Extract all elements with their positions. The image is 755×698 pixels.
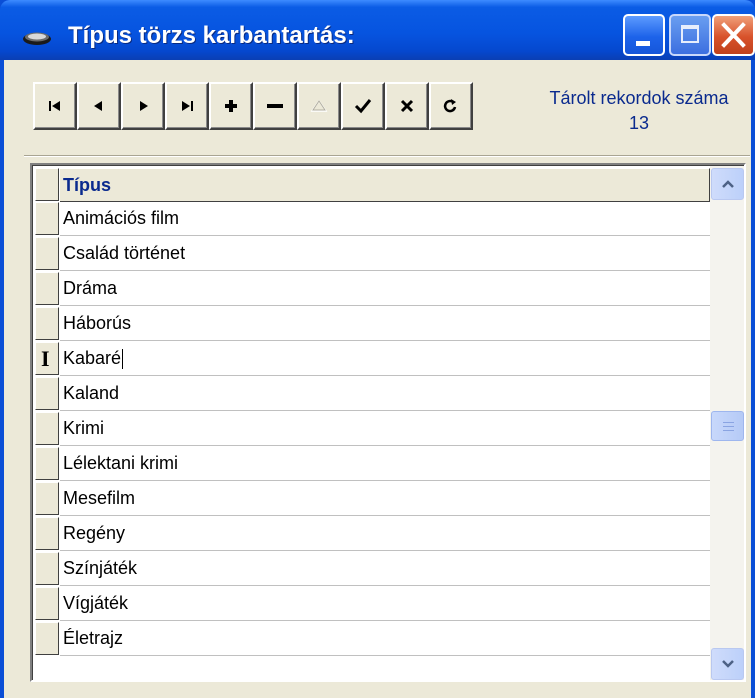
cell-text: Életrajz [63, 628, 124, 648]
table-row[interactable]: Háborús [35, 307, 710, 341]
triangle-up-icon [310, 99, 328, 112]
prior-record-button[interactable] [77, 82, 121, 130]
post-record-button[interactable] [341, 82, 385, 130]
text-caret [122, 349, 124, 370]
edit-record-button[interactable] [297, 82, 341, 130]
cell-text: Mesefilm [63, 488, 136, 508]
row-indicator[interactable] [35, 412, 59, 445]
grid-header-row: Típus [35, 168, 710, 202]
next-record-icon [140, 101, 148, 111]
cell-text: Család történet [63, 243, 186, 263]
row-indicator[interactable] [35, 447, 59, 480]
minimize-button[interactable] [623, 14, 665, 56]
column-header-tipus[interactable]: Típus [60, 168, 710, 202]
cell-text: Animációs film [63, 208, 180, 228]
refresh-icon [443, 99, 457, 113]
row-indicator[interactable] [35, 587, 59, 620]
cell-text: Háborús [63, 313, 132, 333]
cell-text: Krimi [63, 418, 104, 438]
table-row[interactable]: Színjáték [35, 552, 710, 586]
table-row[interactable]: Kaland [35, 377, 710, 411]
cell-tipus[interactable]: Család történet [60, 237, 710, 271]
table-row[interactable]: Mesefilm [35, 482, 710, 516]
scroll-down-button[interactable] [711, 648, 744, 680]
maximize-icon [681, 25, 699, 43]
edit-cursor-icon: I [41, 346, 50, 371]
minus-icon [267, 104, 283, 108]
row-indicator[interactable] [35, 517, 59, 550]
title-bar[interactable]: Típus törzs karbantartás: [0, 0, 755, 60]
header-indicator [35, 168, 59, 201]
close-icon [721, 22, 746, 48]
cell-tipus[interactable]: Mesefilm [60, 482, 710, 516]
scroll-up-button[interactable] [711, 168, 744, 200]
first-record-icon [49, 101, 60, 111]
cancel-edit-button[interactable] [385, 82, 429, 130]
cell-tipus[interactable]: Krimi [60, 412, 710, 446]
scroll-thumb[interactable] [711, 411, 744, 441]
refresh-button[interactable] [429, 82, 473, 130]
table-row[interactable]: Krimi [35, 412, 710, 446]
cell-text: Vígjáték [63, 593, 129, 613]
table-row[interactable]: Animációs film [35, 202, 710, 236]
chevron-down-icon [721, 660, 734, 668]
cell-tipus[interactable]: Kaland [60, 377, 710, 411]
book-icon [23, 32, 51, 45]
chevron-up-icon [721, 180, 734, 188]
first-record-button[interactable] [33, 82, 77, 130]
separator [24, 155, 750, 157]
delete-record-button[interactable] [253, 82, 297, 130]
cell-text: Dráma [63, 278, 118, 298]
insert-record-button[interactable] [209, 82, 253, 130]
table-row[interactable]: Regény [35, 517, 710, 551]
table-row[interactable]: Család történet [35, 237, 710, 271]
table-row[interactable]: Lélektani krimi [35, 447, 710, 481]
cell-tipus[interactable]: Színjáték [60, 552, 710, 586]
row-indicator[interactable] [35, 202, 59, 235]
checkmark-icon [354, 99, 372, 114]
cell-text: Színjáték [63, 558, 138, 578]
table-row[interactable]: I Kabaré [35, 342, 710, 376]
cell-text: Regény [63, 523, 126, 543]
row-indicator[interactable] [35, 552, 59, 585]
cell-tipus[interactable]: Regény [60, 517, 710, 551]
row-indicator[interactable]: I [35, 342, 59, 375]
table-row[interactable]: Dráma [35, 272, 710, 306]
cell-tipus[interactable]: Kabaré [60, 342, 710, 376]
prior-record-icon [94, 101, 102, 111]
cell-tipus[interactable]: Lélektani krimi [60, 447, 710, 481]
row-indicator[interactable] [35, 377, 59, 410]
table-row[interactable]: Vígjáték [35, 587, 710, 621]
last-record-icon [182, 101, 193, 111]
cell-tipus[interactable]: Dráma [60, 272, 710, 306]
cell-tipus[interactable]: Háborús [60, 307, 710, 341]
table-row[interactable]: Életrajz [35, 622, 710, 656]
row-indicator[interactable] [35, 307, 59, 340]
row-indicator[interactable] [35, 272, 59, 305]
maximize-button[interactable] [669, 14, 711, 56]
last-record-button[interactable] [165, 82, 209, 130]
data-grid[interactable]: Típus Animációs film Család történet Dráma… [30, 163, 746, 682]
window-title: Típus törzs karbantartás: [68, 22, 355, 49]
next-record-button[interactable] [121, 82, 165, 130]
close-button[interactable] [712, 14, 755, 56]
cell-tipus[interactable]: Életrajz [60, 622, 710, 656]
cell-text: Kabaré [63, 348, 122, 368]
cell-text: Kaland [63, 383, 120, 403]
grid-body: Típus Animációs film Család történet Dráma… [32, 165, 744, 680]
cell-tipus[interactable]: Animációs film [60, 202, 710, 236]
app-window: Típus törzs karbantartás: Tárolt rekordo… [0, 0, 755, 698]
record-count-label: Tárolt rekordok száma [549, 88, 729, 108]
minimize-icon [636, 41, 650, 46]
row-indicator[interactable] [35, 237, 59, 270]
cell-text: Lélektani krimi [63, 453, 179, 473]
row-indicator[interactable] [35, 622, 59, 655]
record-count-value: 13 [628, 113, 650, 133]
vertical-scrollbar[interactable] [710, 166, 744, 680]
x-icon [400, 99, 414, 113]
row-indicator[interactable] [35, 482, 59, 515]
cell-tipus[interactable]: Vígjáték [60, 587, 710, 621]
plus-icon [225, 100, 237, 112]
db-navigator [33, 82, 519, 130]
